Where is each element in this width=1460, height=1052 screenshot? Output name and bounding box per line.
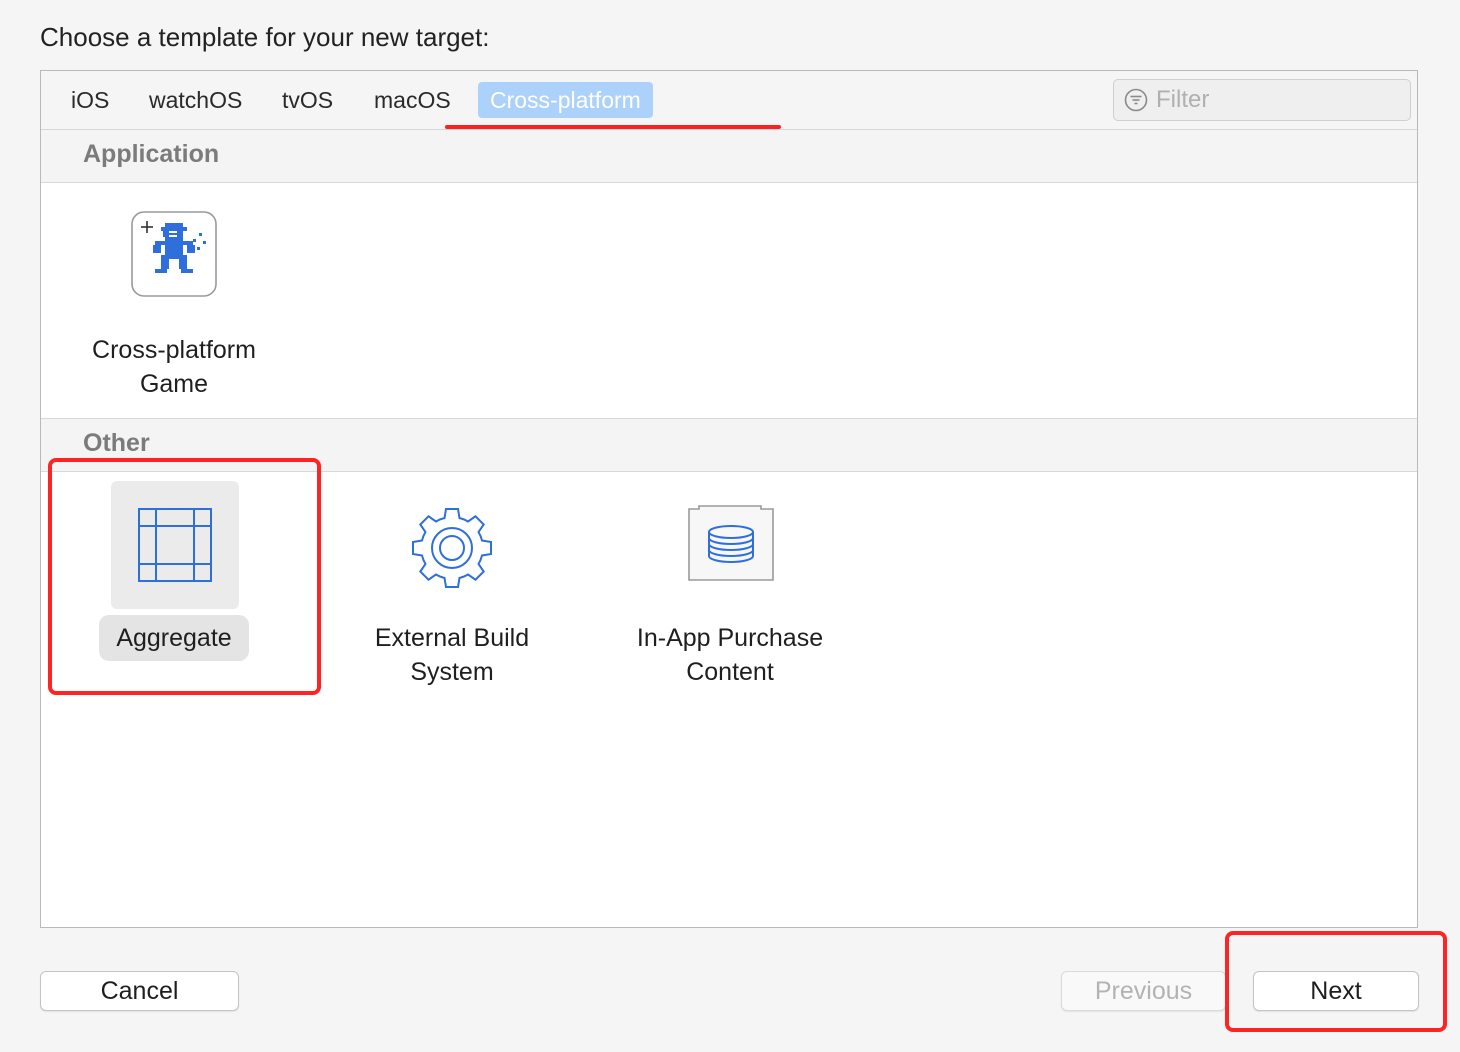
annotation-box-next [1225,931,1447,1032]
tab-cross-platform[interactable]: Cross-platform [478,82,653,118]
tab-watchos[interactable]: watchOS [137,82,254,118]
annotation-box-aggregate [48,458,321,695]
template-label: External Build System [374,624,530,686]
external-build-system-template-icon[interactable] [411,507,493,589]
cross-platform-game-template-icon[interactable] [131,211,217,297]
game-sprite-icon [131,211,217,297]
filter-input[interactable] [1156,80,1396,120]
in-app-purchase-template-icon[interactable] [687,504,775,582]
previous-button[interactable]: Previous [1061,971,1226,1011]
template-in-app-purchase-content[interactable]: In-App Purchase Content [620,621,840,689]
filter-field[interactable] [1113,79,1411,121]
tab-ios[interactable]: iOS [59,82,121,118]
template-external-build-system[interactable]: External Build System [342,621,562,689]
platform-tab-bar: iOS watchOS tvOS macOS Cross-platform [41,71,1417,130]
template-label: Cross-platform Game [92,336,256,398]
filter-icon [1124,88,1148,112]
annotation-underline [445,125,781,129]
template-cross-platform-game[interactable]: Cross-platform Game [64,333,284,401]
page-title: Choose a template for your new target: [40,22,490,52]
section-header-application: Application [41,130,1417,183]
section-title: Other [83,429,150,457]
section-title: Application [83,140,220,168]
database-icon [688,505,774,581]
tab-macos[interactable]: macOS [362,82,463,118]
gear-icon [412,508,492,588]
tab-tvos[interactable]: tvOS [270,82,345,118]
cancel-button[interactable]: Cancel [40,971,239,1011]
template-label: In-App Purchase Content [636,624,824,686]
